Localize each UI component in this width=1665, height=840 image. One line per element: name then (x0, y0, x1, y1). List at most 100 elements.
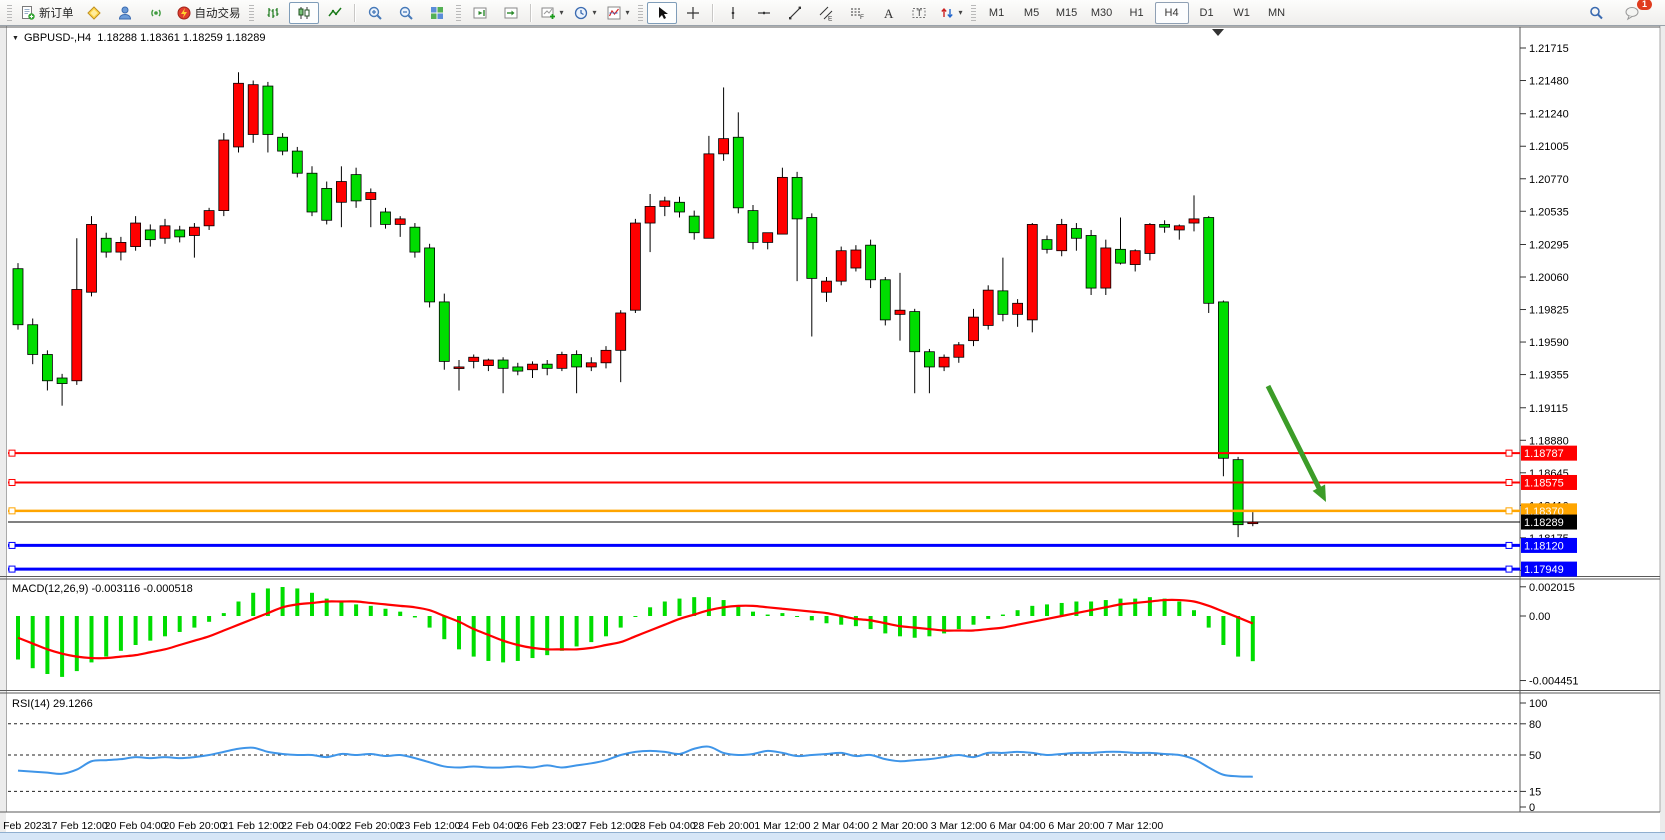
new-order-button-label: 新订单 (39, 5, 74, 21)
horizontal-scrollbar[interactable] (0, 832, 1665, 840)
vline-button[interactable] (718, 2, 748, 24)
candle (645, 206, 655, 223)
svg-text:F: F (860, 14, 864, 21)
svg-text:1.21715: 1.21715 (1529, 43, 1569, 55)
time-axis[interactable]: 16 Feb 202317 Feb 12:0020 Feb 04:0020 Fe… (0, 820, 1163, 832)
macd-bar (736, 606, 740, 616)
macd-bar (780, 613, 784, 616)
zoom-in-button[interactable] (360, 2, 390, 24)
trendline-icon (787, 5, 803, 21)
periodicity-button[interactable]: ▾ (569, 2, 601, 24)
timeframe-m1-button[interactable]: M1 (980, 2, 1014, 24)
candle (586, 363, 596, 367)
macd-bar (678, 599, 682, 616)
svg-text:80: 80 (1529, 719, 1541, 731)
candle (175, 230, 185, 237)
line-chart-icon (327, 5, 343, 21)
macd-bar (575, 616, 579, 646)
timeframe-m30-button[interactable]: M30 (1085, 2, 1119, 24)
notifications-button[interactable]: 1 (1617, 2, 1647, 24)
macd-bar (589, 616, 593, 642)
candle (101, 238, 111, 252)
line-chart-button[interactable] (320, 2, 350, 24)
indicators-button[interactable]: ▾ (602, 2, 634, 24)
chart-shift-button[interactable] (496, 2, 526, 24)
new-chart-button[interactable]: ▾ (536, 2, 568, 24)
chart-canvas[interactable]: 1.217151.214801.212401.210051.207701.205… (0, 26, 1665, 832)
tile-icon (429, 5, 445, 21)
autotrading-button[interactable]: 自动交易 (172, 2, 245, 24)
zoom-in-icon (367, 5, 383, 21)
auto-scroll-button[interactable] (465, 2, 495, 24)
current-price-tag: 1.18289 (1521, 515, 1577, 530)
macd-bar (178, 616, 182, 632)
timeframe-h1-button[interactable]: H1 (1120, 2, 1154, 24)
macd-bar (1089, 602, 1093, 617)
cursor-icon (654, 5, 670, 21)
candle (13, 269, 23, 325)
candle (1233, 460, 1243, 525)
hline-handle (9, 450, 15, 456)
svg-text:1.21240: 1.21240 (1529, 109, 1569, 121)
candle-chart-icon (296, 5, 312, 21)
svg-text:28 Feb 04:00: 28 Feb 04:00 (634, 820, 696, 832)
label-button[interactable]: T (904, 2, 934, 24)
timeframe-w1-button[interactable]: W1 (1225, 2, 1259, 24)
charts-button[interactable] (79, 2, 109, 24)
text-button[interactable]: A (873, 2, 903, 24)
svg-text:-0.004451: -0.004451 (1529, 676, 1579, 688)
svg-text:E: E (828, 15, 833, 21)
new-order-button[interactable]: 新订单 (16, 2, 78, 24)
candle (557, 354, 567, 368)
search-icon (1588, 5, 1604, 21)
macd-bar (633, 616, 637, 617)
svg-text:1.21005: 1.21005 (1529, 141, 1569, 153)
cursor-button[interactable] (647, 2, 677, 24)
candle (880, 280, 890, 320)
macd-bar (825, 616, 829, 623)
hline-button[interactable] (749, 2, 779, 24)
channel-button[interactable]: E (811, 2, 841, 24)
candle (572, 354, 582, 366)
macd-bar (134, 616, 138, 645)
shapes-button[interactable]: ▾ (935, 2, 967, 24)
candle (145, 230, 155, 240)
candle-chart-button[interactable] (289, 2, 319, 24)
svg-text:0.002015: 0.002015 (1529, 582, 1575, 594)
macd-bar (531, 616, 535, 658)
bar-chart-button[interactable] (258, 2, 288, 24)
tile-windows-button[interactable] (422, 2, 452, 24)
macd-bar (413, 616, 417, 617)
macd-bar (751, 612, 755, 616)
svg-text:6 Mar 04:00: 6 Mar 04:00 (990, 820, 1046, 832)
toolbar-grip (638, 5, 643, 21)
profile-button[interactable] (110, 2, 140, 24)
macd-bar (648, 607, 652, 616)
zoom-out-button[interactable] (391, 2, 421, 24)
candle (1101, 248, 1111, 288)
autotrading-button-label: 自动交易 (195, 5, 241, 21)
price-tag-1.18120: 1.18120 (1521, 538, 1577, 553)
trendline-button[interactable] (780, 2, 810, 24)
search-button[interactable] (1581, 2, 1611, 24)
crosshair-button[interactable] (678, 2, 708, 24)
candle (807, 218, 817, 279)
candle (954, 345, 964, 357)
macd-bar (1001, 615, 1005, 616)
fibonacci-button[interactable]: F (842, 2, 872, 24)
timeframe-h4-button[interactable]: H4 (1155, 2, 1189, 24)
timeframe-d1-button[interactable]: D1 (1190, 2, 1224, 24)
signals-button[interactable] (141, 2, 171, 24)
timeframe-m15-button[interactable]: M15 (1050, 2, 1084, 24)
candle (336, 182, 346, 203)
candle (513, 367, 523, 371)
candle (822, 281, 832, 292)
timeframe-mn-button[interactable]: MN (1260, 2, 1294, 24)
svg-text:24 Feb 04:00: 24 Feb 04:00 (457, 820, 519, 832)
new-order-icon (20, 5, 36, 21)
text-icon: A (880, 5, 896, 21)
timeframe-m5-button[interactable]: M5 (1015, 2, 1049, 24)
candle (87, 224, 97, 292)
svg-text:21 Feb 12:00: 21 Feb 12:00 (222, 820, 284, 832)
macd-bar (222, 613, 226, 616)
